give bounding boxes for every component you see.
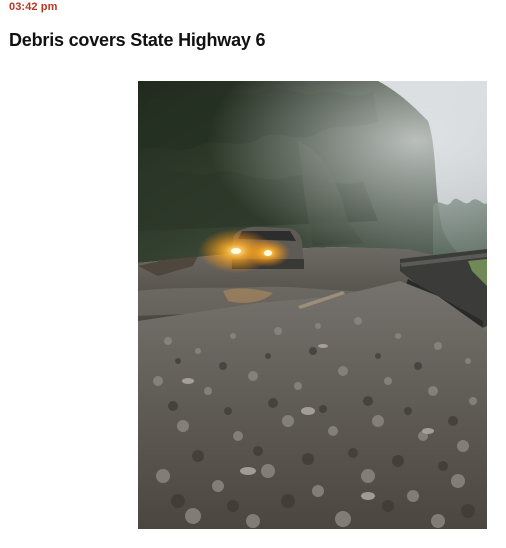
news-photo[interactable] — [138, 81, 487, 529]
live-update-post: 03:42 pm Debris covers State Highway 6 — [0, 0, 506, 548]
debris-road-illustration — [138, 81, 487, 529]
post-timestamp: 03:42 pm — [9, 1, 58, 13]
post-headline: Debris covers State Highway 6 — [9, 30, 266, 50]
